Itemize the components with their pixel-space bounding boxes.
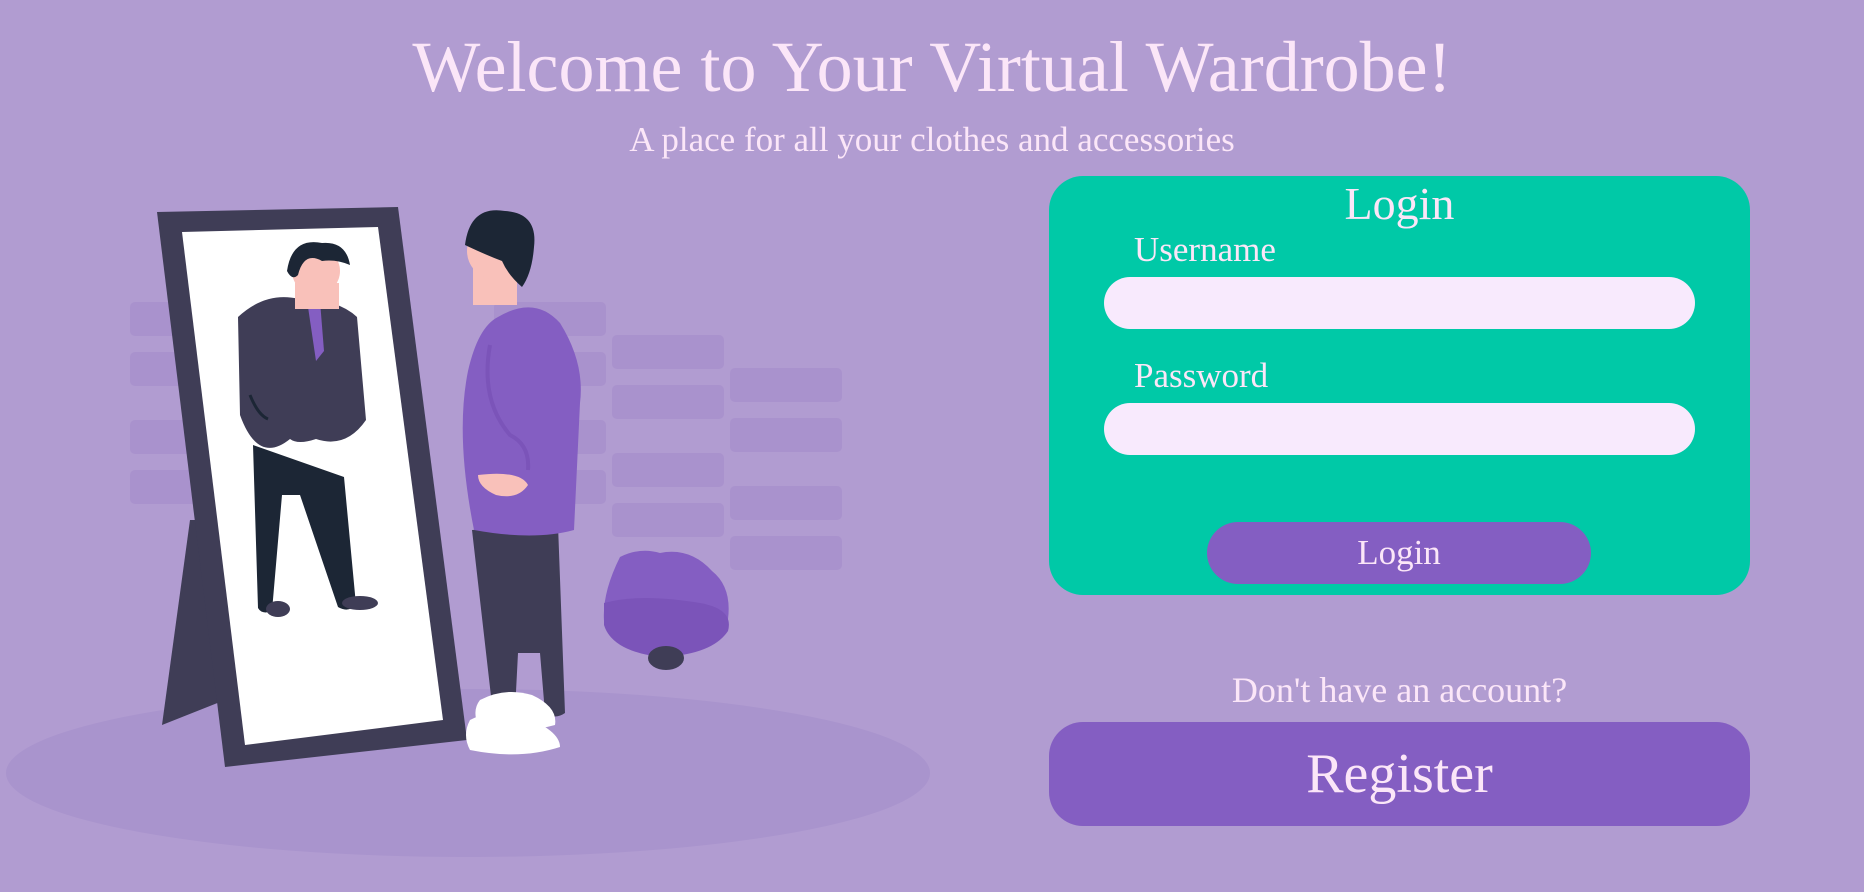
floor-shadow [6,689,930,857]
page-title: Welcome to Your Virtual Wardrobe! [412,27,1452,107]
password-input[interactable] [1104,403,1695,455]
login-card: Login Username Password Login [1049,176,1750,595]
register-button[interactable]: Register [1049,722,1750,826]
standing-person [462,210,581,755]
username-label: Username [1134,230,1276,269]
page-subtitle: A place for all your clothes and accesso… [629,120,1235,159]
plant [603,550,729,670]
mirror-illustration [6,207,930,857]
login-heading: Login [1344,178,1455,229]
password-label: Password [1134,356,1269,395]
account-prompt: Don't have an account? [1231,670,1568,710]
login-button[interactable]: Login [1207,522,1591,584]
username-input[interactable] [1104,277,1695,329]
